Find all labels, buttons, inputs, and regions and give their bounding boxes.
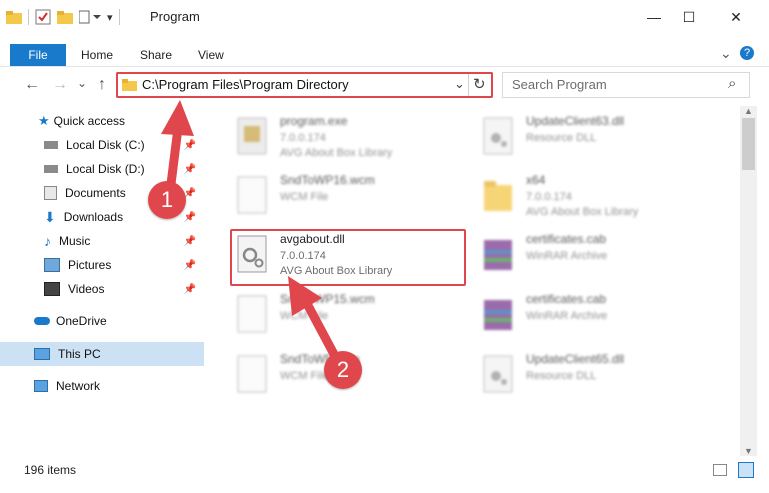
- large-icons-view-icon[interactable]: [738, 462, 754, 478]
- step-badge-2: 2: [324, 351, 362, 389]
- step-badge-1: 1: [148, 181, 186, 219]
- details-view-icon[interactable]: [713, 464, 727, 476]
- item-count: 196 items: [24, 463, 77, 477]
- arrow-1: [161, 100, 194, 197]
- scroll-down-icon[interactable]: ▼: [744, 446, 753, 456]
- arrow-2: [288, 276, 341, 363]
- scroll-up-icon[interactable]: ▲: [744, 106, 753, 116]
- scrollbar-thumb[interactable]: [742, 118, 755, 170]
- annotation-overlay: [161, 100, 341, 363]
